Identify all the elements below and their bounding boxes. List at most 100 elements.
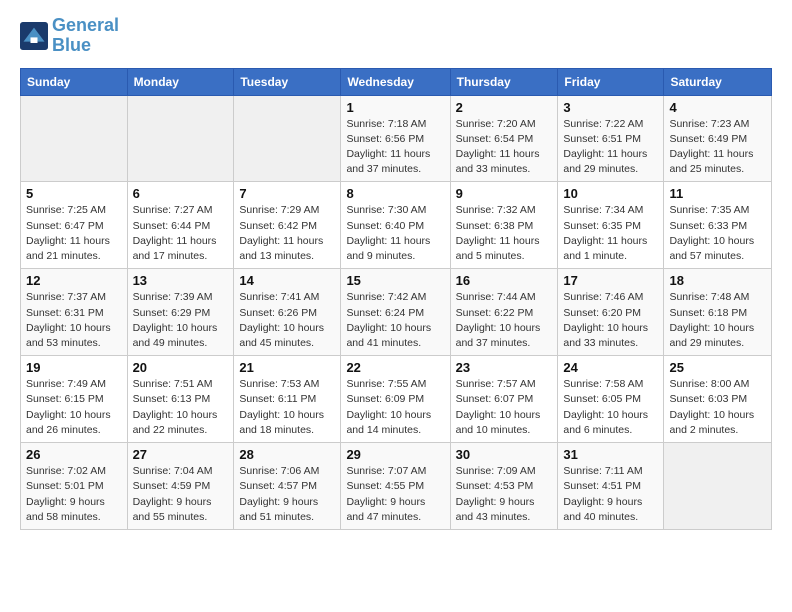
day-info: Sunrise: 7:48 AM Sunset: 6:18 PM Dayligh… [669,290,766,351]
day-number: 14 [239,273,335,288]
calendar-cell [127,95,234,182]
calendar-cell: 31 Sunrise: 7:11 AM Sunset: 4:51 PM Dayli… [558,443,664,530]
day-info: Sunrise: 7:06 AM Sunset: 4:57 PM Dayligh… [239,464,335,525]
logo: General Blue [20,16,119,56]
day-number: 23 [456,360,553,375]
calendar-cell: 9Sunrise: 7:32 AM Sunset: 6:38 PM Daylig… [450,182,558,269]
day-number: 16 [456,273,553,288]
day-info: Sunrise: 7:46 AM Sunset: 6:20 PM Dayligh… [563,290,658,351]
calendar-cell: 29 Sunrise: 7:07 AM Sunset: 4:55 PM Dayli… [341,443,450,530]
calendar-cell: 24 Sunrise: 7:58 AM Sunset: 6:05 PM Dayli… [558,356,664,443]
calendar-cell: 7 Sunrise: 7:29 AM Sunset: 6:42 PM Daylig… [234,182,341,269]
day-info: Sunrise: 7:32 AM Sunset: 6:38 PM Dayligh… [456,203,553,264]
day-number: 6 [133,186,229,201]
calendar-cell: 13 Sunrise: 7:39 AM Sunset: 6:29 PM Dayli… [127,269,234,356]
calendar-cell: 20Sunrise: 7:51 AM Sunset: 6:13 PM Dayli… [127,356,234,443]
day-info: Sunrise: 7:44 AM Sunset: 6:22 PM Dayligh… [456,290,553,351]
day-number: 3 [563,100,658,115]
day-number: 1 [346,100,444,115]
day-number: 10 [563,186,658,201]
calendar-cell: 23 Sunrise: 7:57 AM Sunset: 6:07 PM Dayli… [450,356,558,443]
weekday-header: Saturday [664,68,772,95]
calendar-cell: 28 Sunrise: 7:06 AM Sunset: 4:57 PM Dayli… [234,443,341,530]
calendar-cell: 26 Sunrise: 7:02 AM Sunset: 5:01 PM Dayli… [21,443,128,530]
day-number: 29 [346,447,444,462]
day-info: Sunrise: 7:55 AM Sunset: 6:09 PM Dayligh… [346,377,444,438]
day-number: 24 [563,360,658,375]
day-info: Sunrise: 7:23 AM Sunset: 6:49 PM Dayligh… [669,117,766,178]
logo-general: General [52,15,119,35]
page: General Blue SundayMondayTuesdayWednesda… [0,0,792,546]
day-info: Sunrise: 7:27 AM Sunset: 6:44 PM Dayligh… [133,203,229,264]
calendar-cell: 27 Sunrise: 7:04 AM Sunset: 4:59 PM Dayli… [127,443,234,530]
day-number: 5 [26,186,122,201]
day-info: Sunrise: 7:20 AM Sunset: 6:54 PM Dayligh… [456,117,553,178]
day-number: 21 [239,360,335,375]
calendar-cell: 1 Sunrise: 7:18 AM Sunset: 6:56 PM Daylig… [341,95,450,182]
day-info: Sunrise: 7:34 AM Sunset: 6:35 PM Dayligh… [563,203,658,264]
day-number: 30 [456,447,553,462]
day-info: Sunrise: 7:57 AM Sunset: 6:07 PM Dayligh… [456,377,553,438]
calendar-table: SundayMondayTuesdayWednesdayThursdayFrid… [20,68,772,530]
calendar-cell: 8Sunrise: 7:30 AM Sunset: 6:40 PM Daylig… [341,182,450,269]
calendar-cell: 10 Sunrise: 7:34 AM Sunset: 6:35 PM Dayli… [558,182,664,269]
day-number: 31 [563,447,658,462]
calendar-cell: 15Sunrise: 7:42 AM Sunset: 6:24 PM Dayli… [341,269,450,356]
day-info: Sunrise: 7:18 AM Sunset: 6:56 PM Dayligh… [346,117,444,178]
day-info: Sunrise: 8:00 AM Sunset: 6:03 PM Dayligh… [669,377,766,438]
day-number: 26 [26,447,122,462]
day-info: Sunrise: 7:04 AM Sunset: 4:59 PM Dayligh… [133,464,229,525]
day-info: Sunrise: 7:25 AM Sunset: 6:47 PM Dayligh… [26,203,122,264]
day-info: Sunrise: 7:22 AM Sunset: 6:51 PM Dayligh… [563,117,658,178]
day-number: 28 [239,447,335,462]
day-number: 11 [669,186,766,201]
calendar-cell: 21 Sunrise: 7:53 AM Sunset: 6:11 PM Dayli… [234,356,341,443]
day-number: 17 [563,273,658,288]
calendar-cell [234,95,341,182]
day-number: 27 [133,447,229,462]
calendar-row: 1 Sunrise: 7:18 AM Sunset: 6:56 PM Daylig… [21,95,772,182]
calendar-cell: 16 Sunrise: 7:44 AM Sunset: 6:22 PM Dayli… [450,269,558,356]
day-info: Sunrise: 7:02 AM Sunset: 5:01 PM Dayligh… [26,464,122,525]
day-number: 7 [239,186,335,201]
day-info: Sunrise: 7:29 AM Sunset: 6:42 PM Dayligh… [239,203,335,264]
calendar-cell [21,95,128,182]
calendar-cell: 17 Sunrise: 7:46 AM Sunset: 6:20 PM Dayli… [558,269,664,356]
logo-icon [20,22,48,50]
day-info: Sunrise: 7:58 AM Sunset: 6:05 PM Dayligh… [563,377,658,438]
calendar-row: 12Sunrise: 7:37 AM Sunset: 6:31 PM Dayli… [21,269,772,356]
calendar-cell [664,443,772,530]
day-number: 25 [669,360,766,375]
day-number: 20 [133,360,229,375]
day-info: Sunrise: 7:07 AM Sunset: 4:55 PM Dayligh… [346,464,444,525]
calendar-cell: 22 Sunrise: 7:55 AM Sunset: 6:09 PM Dayli… [341,356,450,443]
logo-text: General Blue [52,16,119,56]
day-info: Sunrise: 7:39 AM Sunset: 6:29 PM Dayligh… [133,290,229,351]
header: General Blue [20,16,772,56]
calendar-cell: 11 Sunrise: 7:35 AM Sunset: 6:33 PM Dayli… [664,182,772,269]
day-number: 13 [133,273,229,288]
calendar-cell: 4Sunrise: 7:23 AM Sunset: 6:49 PM Daylig… [664,95,772,182]
calendar-row: 26 Sunrise: 7:02 AM Sunset: 5:01 PM Dayli… [21,443,772,530]
day-number: 22 [346,360,444,375]
day-info: Sunrise: 7:11 AM Sunset: 4:51 PM Dayligh… [563,464,658,525]
calendar-cell: 2Sunrise: 7:20 AM Sunset: 6:54 PM Daylig… [450,95,558,182]
calendar-cell: 18Sunrise: 7:48 AM Sunset: 6:18 PM Dayli… [664,269,772,356]
logo-blue: Blue [52,35,91,55]
day-info: Sunrise: 7:35 AM Sunset: 6:33 PM Dayligh… [669,203,766,264]
weekday-header: Sunday [21,68,128,95]
day-info: Sunrise: 7:37 AM Sunset: 6:31 PM Dayligh… [26,290,122,351]
day-info: Sunrise: 7:30 AM Sunset: 6:40 PM Dayligh… [346,203,444,264]
weekday-header: Thursday [450,68,558,95]
day-info: Sunrise: 7:41 AM Sunset: 6:26 PM Dayligh… [239,290,335,351]
calendar-row: 5 Sunrise: 7:25 AM Sunset: 6:47 PM Daylig… [21,182,772,269]
weekday-header: Friday [558,68,664,95]
calendar-cell: 3 Sunrise: 7:22 AM Sunset: 6:51 PM Daylig… [558,95,664,182]
calendar-cell: 19 Sunrise: 7:49 AM Sunset: 6:15 PM Dayli… [21,356,128,443]
day-info: Sunrise: 7:49 AM Sunset: 6:15 PM Dayligh… [26,377,122,438]
calendar-cell: 30Sunrise: 7:09 AM Sunset: 4:53 PM Dayli… [450,443,558,530]
day-info: Sunrise: 7:53 AM Sunset: 6:11 PM Dayligh… [239,377,335,438]
calendar-cell: 6 Sunrise: 7:27 AM Sunset: 6:44 PM Daylig… [127,182,234,269]
day-number: 19 [26,360,122,375]
day-info: Sunrise: 7:42 AM Sunset: 6:24 PM Dayligh… [346,290,444,351]
